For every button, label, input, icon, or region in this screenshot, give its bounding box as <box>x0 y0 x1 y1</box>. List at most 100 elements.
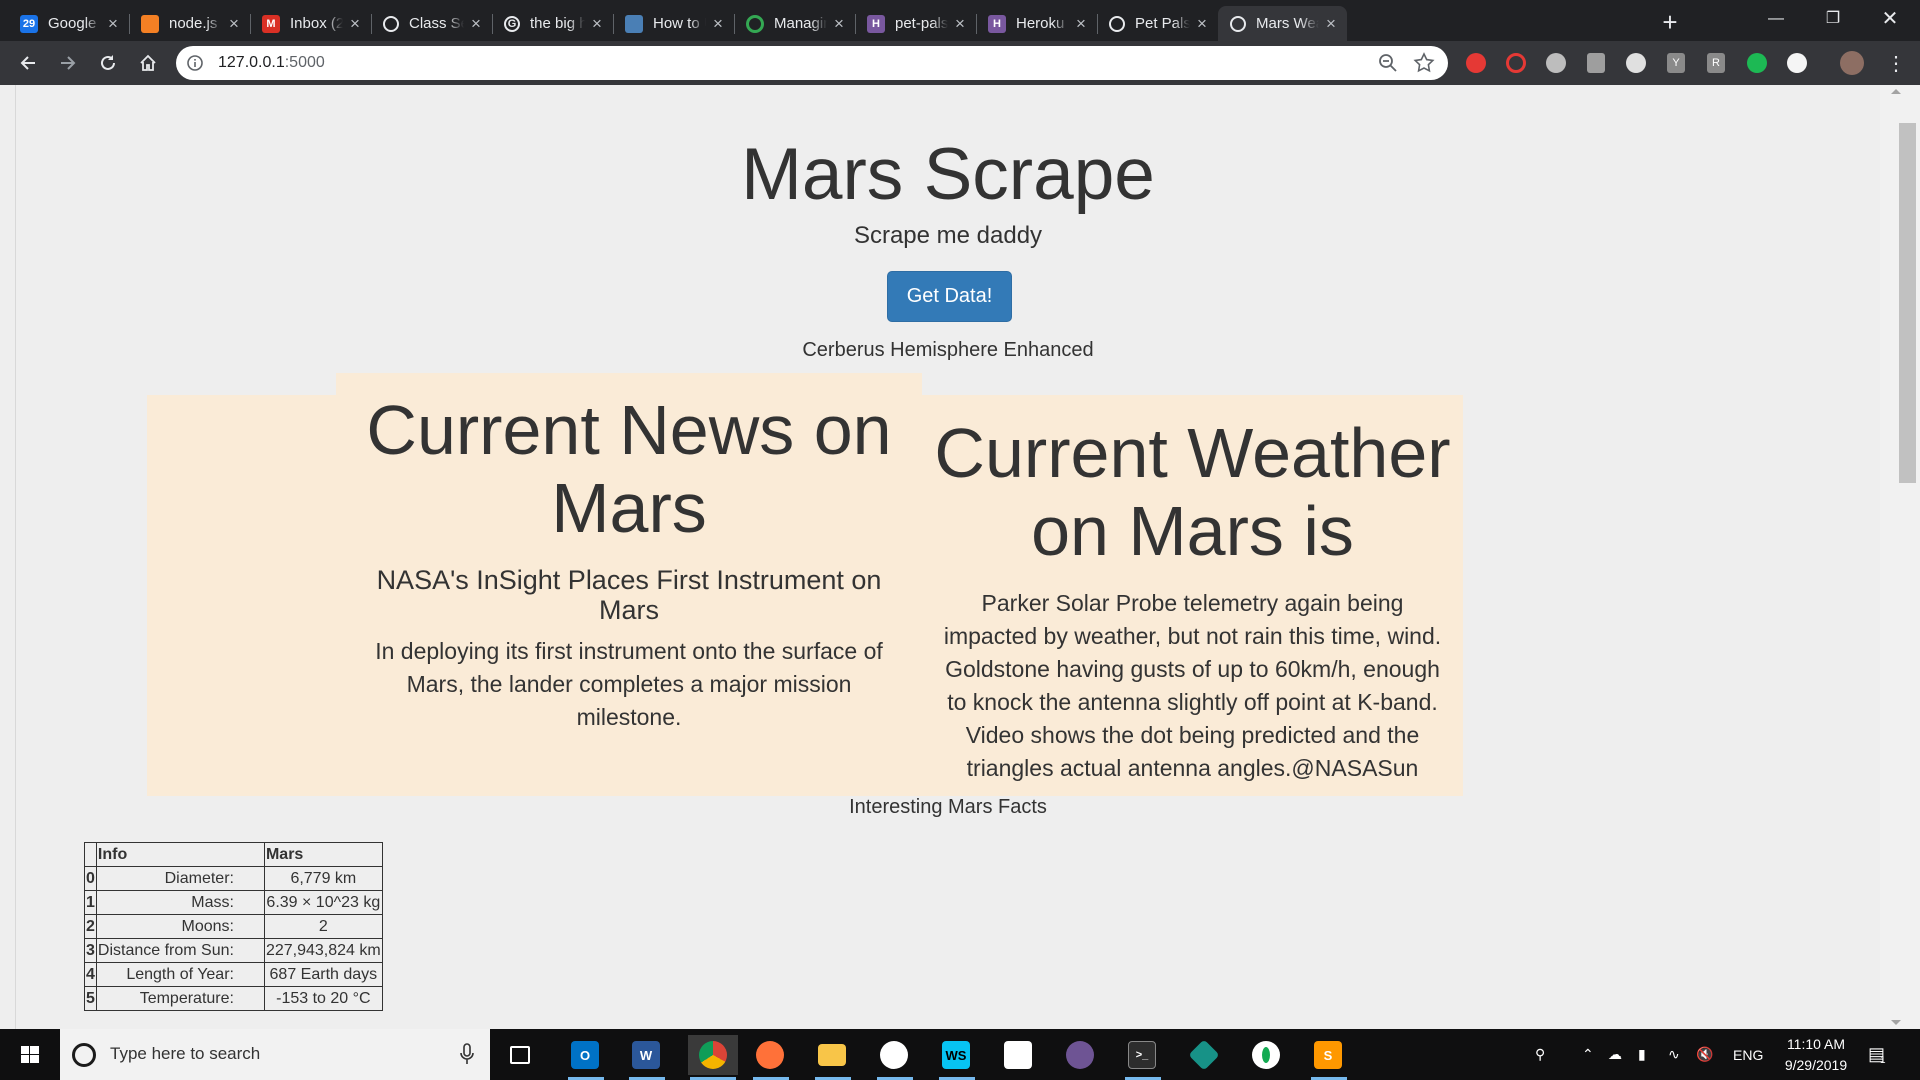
tab-title: Heroku | L <box>1016 15 1069 32</box>
tab-close-icon[interactable]: × <box>710 14 726 34</box>
tab-close-icon[interactable]: × <box>831 14 847 34</box>
taskbar-chrome[interactable] <box>688 1035 738 1075</box>
wifi-icon[interactable]: ∿ <box>1668 1029 1680 1080</box>
info-icon[interactable] <box>186 54 204 72</box>
taskbar-word[interactable]: W <box>626 1035 666 1075</box>
taskbar-sublime[interactable]: S <box>1308 1035 1348 1075</box>
taskbar-firefox[interactable] <box>750 1035 790 1075</box>
menu-kebab-icon[interactable]: ⋮ <box>1880 47 1912 79</box>
browser-tab[interactable]: node.js - F× <box>129 6 250 41</box>
tab-close-icon[interactable]: × <box>468 14 484 34</box>
slack-icon <box>880 1041 908 1069</box>
taskbar-mongodb[interactable] <box>1246 1035 1286 1075</box>
tab-close-icon[interactable]: × <box>226 14 242 34</box>
taskbar-file-explorer[interactable] <box>812 1035 852 1075</box>
tab-close-icon[interactable]: × <box>1323 14 1339 34</box>
y-extension-icon[interactable]: Y <box>1667 53 1685 73</box>
browser-tab[interactable]: 29 Google Ca× <box>8 6 129 41</box>
r-extension-icon[interactable]: R <box>1707 53 1725 73</box>
green-extension-icon[interactable] <box>1747 53 1767 73</box>
close-window-button[interactable]: ✕ <box>1866 0 1914 41</box>
browser-tab[interactable]: Mars Wea × <box>1218 6 1347 41</box>
tab-title: Managing <box>774 15 827 32</box>
python-icon <box>625 14 643 33</box>
minimize-button[interactable]: — <box>1752 0 1800 41</box>
profile-avatar[interactable] <box>1840 51 1864 75</box>
notifications-icon[interactable]: ▤ 1 <box>1868 1029 1886 1080</box>
tab-close-icon[interactable]: × <box>952 14 968 34</box>
adblock-extension-icon[interactable] <box>1466 53 1486 73</box>
tab-title: Inbox (221 <box>290 15 343 32</box>
word-icon: W <box>632 1041 660 1069</box>
gear-extension-icon[interactable] <box>1626 53 1646 73</box>
language-indicator[interactable]: ENG <box>1733 1029 1763 1080</box>
row-info-cell: Moons: <box>95 914 265 939</box>
scroll-up-arrow-icon[interactable] <box>1891 89 1901 94</box>
tab-close-icon[interactable]: × <box>105 14 121 34</box>
browser-tab[interactable]: H Heroku | L× <box>976 6 1097 41</box>
terminal-icon: >_ <box>1128 1041 1156 1069</box>
facts-title: Interesting Mars Facts <box>849 796 1047 818</box>
browser-tab[interactable]: Hpet-pals-j× <box>855 6 976 41</box>
browser-tab[interactable]: M Inbox (221× <box>250 6 371 41</box>
row-value-cell: 2 <box>263 914 383 939</box>
row-value-cell: -153 to 20 °C <box>263 986 383 1011</box>
scroll-thumb[interactable] <box>1899 123 1916 483</box>
start-button[interactable] <box>0 1029 60 1080</box>
globe-icon <box>1230 15 1246 32</box>
show-hidden-icons-chevron-icon[interactable]: ⌃ <box>1582 1029 1594 1080</box>
row-index-cell: 1 <box>84 890 97 915</box>
globe-icon <box>383 15 399 32</box>
tab-close-icon[interactable]: × <box>1194 14 1210 34</box>
forward-button[interactable] <box>52 47 84 79</box>
browser-tab[interactable]: Gthe big ha× <box>492 6 613 41</box>
white-extension-icon[interactable] <box>1787 53 1807 73</box>
taskbar-search-box[interactable]: Type here to search <box>60 1029 490 1080</box>
taskbar-gitkraken[interactable] <box>1184 1035 1224 1075</box>
taskbar-terminal[interactable]: >_ <box>1122 1035 1162 1075</box>
row-info-cell: Diameter: <box>95 866 265 891</box>
browser-tab[interactable]: Pet Pals! × <box>1097 6 1218 41</box>
zoom-icon[interactable] <box>1378 53 1398 73</box>
bookmark-star-icon[interactable] <box>1412 51 1436 75</box>
page-title: Mars Scrape <box>741 134 1155 215</box>
restore-button[interactable]: ❐ <box>1809 0 1857 41</box>
microphone-icon[interactable] <box>460 1043 474 1065</box>
taskbar-clock[interactable]: 11:10 AM 9/29/2019 <box>1770 1034 1862 1076</box>
browser-tab[interactable]: Managing× <box>734 6 855 41</box>
heroku-icon: H <box>867 14 885 33</box>
back-button[interactable] <box>12 47 44 79</box>
table-row: 4 Length of Year: 687 Earth days <box>84 962 383 987</box>
taskbar-photos[interactable] <box>998 1035 1038 1075</box>
tab-close-icon[interactable]: × <box>589 14 605 34</box>
scroll-down-arrow-icon[interactable] <box>1891 1020 1901 1025</box>
github-icon <box>1066 1041 1094 1069</box>
volume-muted-icon[interactable]: 🔇 <box>1696 1029 1713 1080</box>
table-row: 0 Diameter: 6,779 km <box>84 866 383 891</box>
browser-tab[interactable]: How to Us× <box>613 6 734 41</box>
get-data-button[interactable]: Get Data! <box>887 271 1012 322</box>
record-extension-icon[interactable] <box>1546 53 1566 73</box>
tab-close-icon[interactable]: × <box>347 14 363 34</box>
onedrive-icon[interactable]: ☁ <box>1608 1029 1622 1080</box>
reload-button[interactable] <box>92 47 124 79</box>
people-icon[interactable]: ⚲ <box>1535 1029 1545 1080</box>
clock-date: 9/29/2019 <box>1784 1057 1848 1073</box>
taskbar-github[interactable] <box>1060 1035 1100 1075</box>
vertical-scrollbar[interactable] <box>1880 85 1920 1029</box>
browser-tab[interactable]: Class Sessi× <box>371 6 492 41</box>
taskbar-outlook[interactable]: O <box>565 1035 605 1075</box>
home-button[interactable] <box>132 47 164 79</box>
loading-icon <box>746 14 764 33</box>
block-extension-icon[interactable] <box>1506 53 1526 73</box>
new-tab-button[interactable]: + <box>1656 8 1684 36</box>
battery-icon[interactable]: ▮ <box>1638 1029 1646 1080</box>
taskbar-slack[interactable] <box>874 1035 914 1075</box>
address-bar[interactable]: 127.0.0.1:5000 <box>176 46 1448 80</box>
tab-close-icon[interactable]: × <box>1073 14 1089 34</box>
news-body: In deploying its first instrument onto t… <box>375 638 883 730</box>
task-view-button[interactable] <box>500 1035 540 1075</box>
taskbar-webstorm[interactable]: WS <box>936 1035 976 1075</box>
chat-extension-icon[interactable] <box>1587 53 1605 73</box>
weather-body: Parker Solar Probe telemetry again being… <box>943 590 1442 781</box>
